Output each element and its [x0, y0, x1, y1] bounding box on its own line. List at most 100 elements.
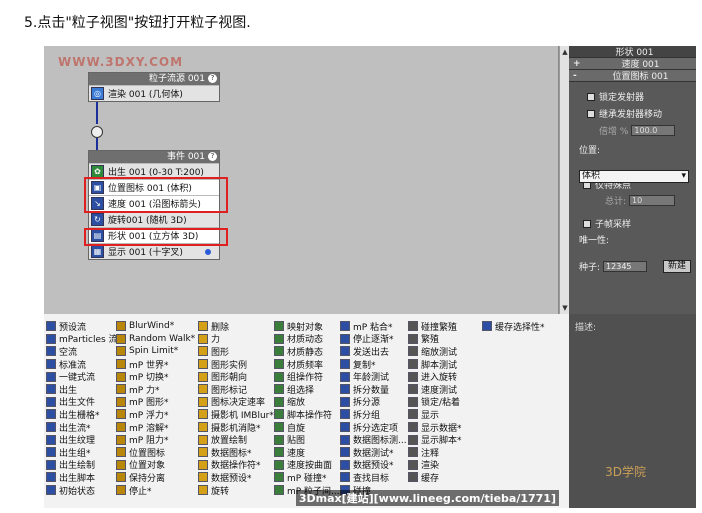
- depot-item[interactable]: 拆分数量: [340, 383, 407, 396]
- graph-scrollbar[interactable]: ▲ ▼: [559, 46, 569, 314]
- depot-item[interactable]: 缓存: [408, 471, 462, 484]
- output-connector[interactable]: [91, 126, 103, 138]
- node-row-render[interactable]: ◎ 渲染 001 (几何体): [89, 85, 219, 101]
- particle-source-node[interactable]: 粒子流源 001 ? ◎ 渲染 001 (几何体): [88, 72, 220, 102]
- depot-item[interactable]: 预设流: [46, 320, 122, 333]
- checkbox-box[interactable]: [587, 92, 595, 101]
- depot-item[interactable]: 摄影机消隐*: [198, 421, 274, 434]
- depot-item[interactable]: 出生流*: [46, 421, 122, 434]
- depot-item[interactable]: 脚本测试: [408, 358, 462, 371]
- depot-item[interactable]: 缩放: [274, 396, 340, 408]
- depot-item[interactable]: mP 图形*: [116, 396, 195, 408]
- depot-item[interactable]: 数据图标*: [198, 446, 274, 459]
- depot-item[interactable]: 显示脚本*: [408, 433, 462, 446]
- depot-item[interactable]: 停止*: [116, 484, 195, 497]
- depot-item[interactable]: 保持分离: [116, 471, 195, 484]
- depot-item[interactable]: 材质频率: [274, 358, 340, 371]
- depot-item[interactable]: 图形朝向: [198, 370, 274, 383]
- depot-item[interactable]: 力: [198, 333, 274, 345]
- depot-item[interactable]: 显示数据*: [408, 421, 462, 434]
- depot-item[interactable]: 摄影机 IMBlur*: [198, 408, 274, 421]
- lock-emitter-checkbox[interactable]: 锁定发射器: [587, 90, 696, 103]
- subframe-checkbox[interactable]: 子帧采样: [583, 217, 696, 230]
- depot-item[interactable]: 空流: [46, 345, 122, 358]
- depot-item[interactable]: 速度按曲面: [274, 459, 340, 471]
- depot-item[interactable]: 标准流: [46, 358, 122, 371]
- location-select[interactable]: 体积 ▾: [579, 170, 689, 183]
- depot-item[interactable]: 出生: [46, 383, 122, 396]
- depot-item[interactable]: 速度测试: [408, 383, 462, 396]
- depot-item[interactable]: 锁定/粘着: [408, 396, 462, 408]
- node-row-rotation[interactable]: ↻ 旋转001 (随机 3D): [89, 211, 219, 227]
- depot-item[interactable]: 出生纹理: [46, 433, 122, 446]
- depot-item[interactable]: 映射对象: [274, 320, 340, 333]
- depot-item[interactable]: 材质动态: [274, 333, 340, 345]
- depot-item[interactable]: 组选择: [274, 383, 340, 396]
- depot-item[interactable]: 碰撞繁殖: [408, 320, 462, 333]
- depot-item[interactable]: Spin Limit*: [116, 345, 195, 358]
- depot-item[interactable]: 渲染: [408, 459, 462, 471]
- depot-item[interactable]: 缩放测试: [408, 345, 462, 358]
- depot-item[interactable]: 自旋: [274, 421, 340, 434]
- depot-item[interactable]: mP 粘合*: [340, 320, 407, 333]
- depot-item[interactable]: 繁殖: [408, 333, 462, 345]
- position-rollout-header[interactable]: - 位置图标 001: [569, 70, 696, 82]
- depot-item[interactable]: 停止逐渐*: [340, 333, 407, 345]
- depot-item[interactable]: 进入旋转: [408, 370, 462, 383]
- depot-item[interactable]: 图标决定速率: [198, 396, 274, 408]
- depot-item[interactable]: 发送出去: [340, 345, 407, 358]
- depot-item[interactable]: 显示: [408, 408, 462, 421]
- scroll-down-icon[interactable]: ▼: [561, 304, 569, 312]
- depot-item[interactable]: 脚本操作符: [274, 408, 340, 421]
- depot-item[interactable]: 旋转: [198, 484, 274, 497]
- depot-item[interactable]: 速度: [274, 446, 340, 459]
- event-graph[interactable]: WWW.3DXY.COM 粒子流源 001 ? ◎ 渲染 001 (几何体) 事…: [44, 46, 559, 314]
- depot-item[interactable]: 出生栅格*: [46, 408, 122, 421]
- depot-item[interactable]: 图形标记: [198, 383, 274, 396]
- depot-item[interactable]: 一键式流: [46, 370, 122, 383]
- depot-item[interactable]: 拆分源: [340, 396, 407, 408]
- depot-item[interactable]: 位置对象: [116, 459, 195, 471]
- depot-item[interactable]: 数据预设*: [340, 459, 407, 471]
- seed-field[interactable]: 12345: [603, 261, 648, 272]
- depot-item[interactable]: 初始状态: [46, 484, 122, 497]
- depot-item[interactable]: 放置绘制: [198, 433, 274, 446]
- depot-item[interactable]: mP 切换*: [116, 370, 195, 383]
- depot-item[interactable]: 拆分组: [340, 408, 407, 421]
- help-icon[interactable]: ?: [208, 152, 217, 161]
- checkbox-box[interactable]: [587, 109, 595, 118]
- depot-item[interactable]: 年龄测试: [340, 370, 407, 383]
- depot-item[interactable]: 材质静态: [274, 345, 340, 358]
- depot-item[interactable]: 贴图: [274, 433, 340, 446]
- depot-item[interactable]: 查找目标: [340, 471, 407, 484]
- depot-item[interactable]: mP 阻力*: [116, 433, 195, 446]
- depot-item[interactable]: Random Walk*: [116, 333, 195, 346]
- depot-item[interactable]: 数据图标测...: [340, 433, 407, 446]
- scroll-up-icon[interactable]: ▲: [561, 48, 569, 56]
- total-field[interactable]: 10: [629, 195, 676, 206]
- new-seed-button[interactable]: 新建: [663, 260, 691, 273]
- depot-item[interactable]: mP 浮力*: [116, 408, 195, 421]
- depot-item[interactable]: 数据操作符*: [198, 459, 274, 471]
- depot-item[interactable]: 缓存选择性*: [482, 320, 545, 333]
- depot-item[interactable]: 删除: [198, 320, 274, 333]
- depot-item[interactable]: 注释: [408, 446, 462, 459]
- depot-item[interactable]: 复制*: [340, 358, 407, 371]
- depot-item[interactable]: 出生文件: [46, 396, 122, 408]
- depot-item[interactable]: 数据测试*: [340, 446, 407, 459]
- checkbox-box[interactable]: [583, 219, 591, 228]
- depot-item[interactable]: 图形: [198, 345, 274, 358]
- depot-item[interactable]: 出生绘制: [46, 459, 122, 471]
- depot-item[interactable]: 拆分选定项: [340, 421, 407, 434]
- depot-item[interactable]: 出生组*: [46, 446, 122, 459]
- depot-item[interactable]: mP 世界*: [116, 358, 195, 371]
- depot-item[interactable]: 图形实例: [198, 358, 274, 371]
- multiplier-field[interactable]: 100.0: [631, 125, 676, 136]
- depot-item[interactable]: 组操作符: [274, 370, 340, 383]
- depot-item[interactable]: BlurWind*: [116, 320, 195, 333]
- depot-item[interactable]: mParticles 流*: [46, 333, 122, 345]
- depot-item[interactable]: 位置图标: [116, 446, 195, 459]
- depot-item[interactable]: mP 溶解*: [116, 421, 195, 434]
- inherit-motion-checkbox[interactable]: 继承发射器移动: [587, 107, 696, 120]
- depot-item[interactable]: mP 力*: [116, 383, 195, 396]
